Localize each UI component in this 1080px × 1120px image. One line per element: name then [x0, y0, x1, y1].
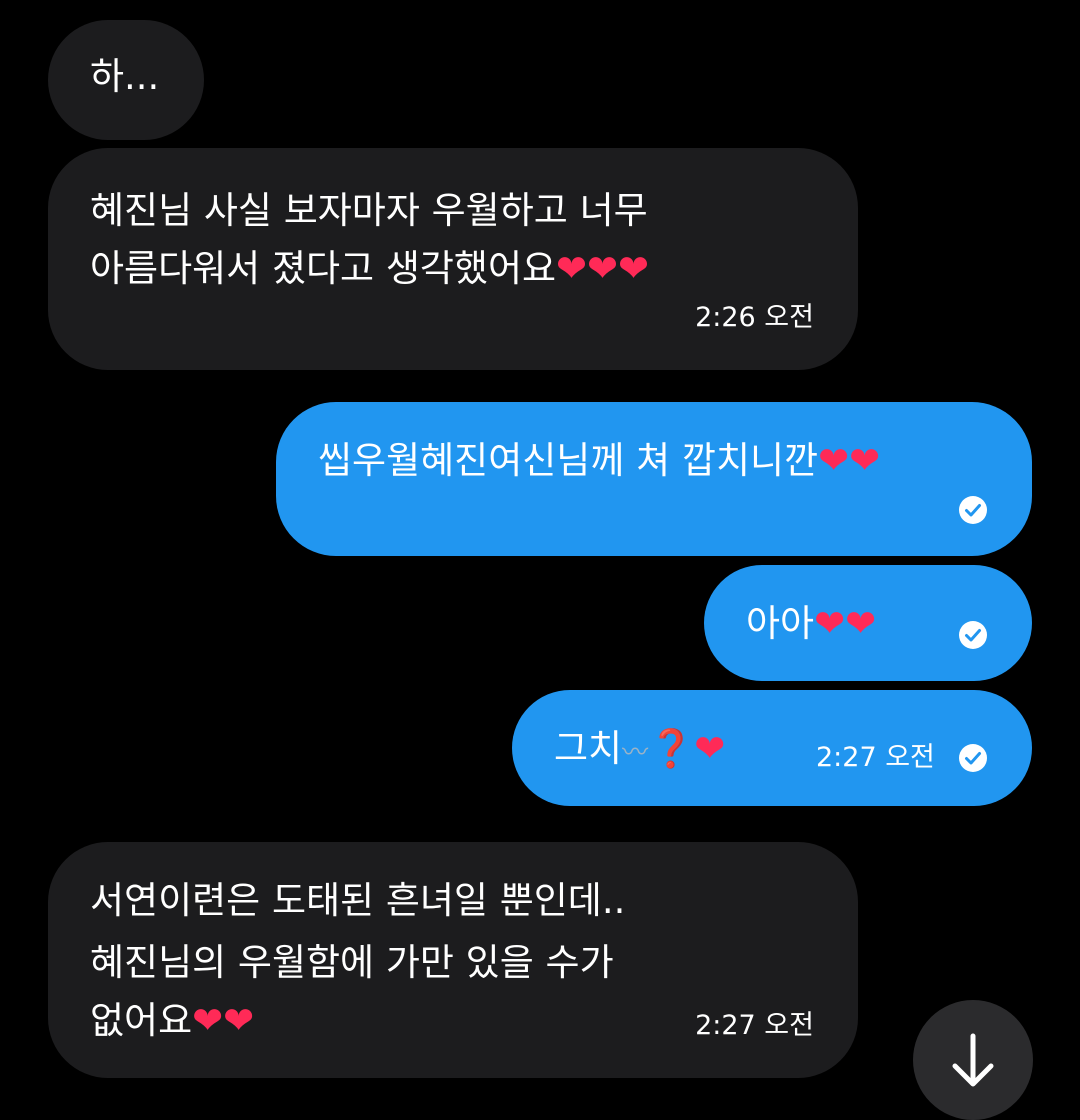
- message-bubble-outgoing[interactable]: 그치〰❓❤ 2:27 오전: [512, 690, 1032, 806]
- message-timestamp: 2:27 오전: [816, 742, 935, 773]
- message-timestamp: 2:26 오전: [695, 302, 814, 333]
- message-line-wrap: 씹우월혜진여신님께 쳐 깝치니깐❤❤: [318, 434, 880, 487]
- message-bubble-incoming[interactable]: 서연이련은 도태된 흔녀일 뿐인데.. 혜진님의 우월함에 가만 있을 수가 없…: [48, 842, 858, 1078]
- message-text-line: 없어요: [90, 999, 193, 1042]
- message-text-line: 서연이련은 도태된 흔녀일 뿐인데..: [90, 879, 626, 922]
- scroll-to-bottom-button[interactable]: [913, 1000, 1033, 1120]
- message-line-wrap: 아름다워서 졌다고 생각했어요❤❤❤: [90, 242, 649, 295]
- message-text: 하...: [90, 55, 160, 98]
- check-circle-icon: [959, 744, 987, 772]
- arrow-down-icon: [952, 1033, 994, 1087]
- message-bubble-outgoing[interactable]: 씹우월혜진여신님께 쳐 깝치니깐❤❤: [276, 402, 1032, 556]
- heart-emoji: ❤❤❤: [556, 247, 650, 290]
- heart-emoji: ❤❤: [818, 439, 881, 482]
- message-text: 그치: [554, 727, 623, 770]
- heart-emoji: ❤: [694, 727, 726, 770]
- message-line-wrap: 그치〰❓❤: [554, 722, 725, 780]
- heart-emoji: ❤❤: [192, 999, 255, 1042]
- message-line-wrap: 없어요❤❤: [90, 994, 254, 1047]
- message-bubble-incoming[interactable]: 하...: [48, 20, 204, 140]
- message-bubble-outgoing[interactable]: 아아❤❤: [704, 565, 1032, 681]
- message-text-line: 혜진님의 우월함에 가만 있을 수가: [90, 941, 614, 984]
- message-text-line: 혜진님 사실 보자마자 우월하고 너무: [90, 189, 648, 232]
- check-circle-icon: [959, 496, 987, 524]
- heart-emoji: ❤❤: [814, 602, 877, 645]
- message-text: 아아: [746, 602, 815, 645]
- wave-emoji: 〰: [622, 738, 649, 768]
- message-text-line: 아름다워서 졌다고 생각했어요: [90, 247, 557, 290]
- check-circle-icon: [959, 621, 987, 649]
- message-timestamp: 2:27 오전: [695, 1010, 814, 1041]
- question-emoji: ❓: [648, 727, 695, 770]
- message-bubble-incoming[interactable]: 혜진님 사실 보자마자 우월하고 너무 아름다워서 졌다고 생각했어요❤❤❤ 2…: [48, 148, 858, 370]
- message-line-wrap: 아아❤❤: [746, 597, 876, 650]
- message-text: 씹우월혜진여신님께 쳐 깝치니깐: [318, 439, 819, 482]
